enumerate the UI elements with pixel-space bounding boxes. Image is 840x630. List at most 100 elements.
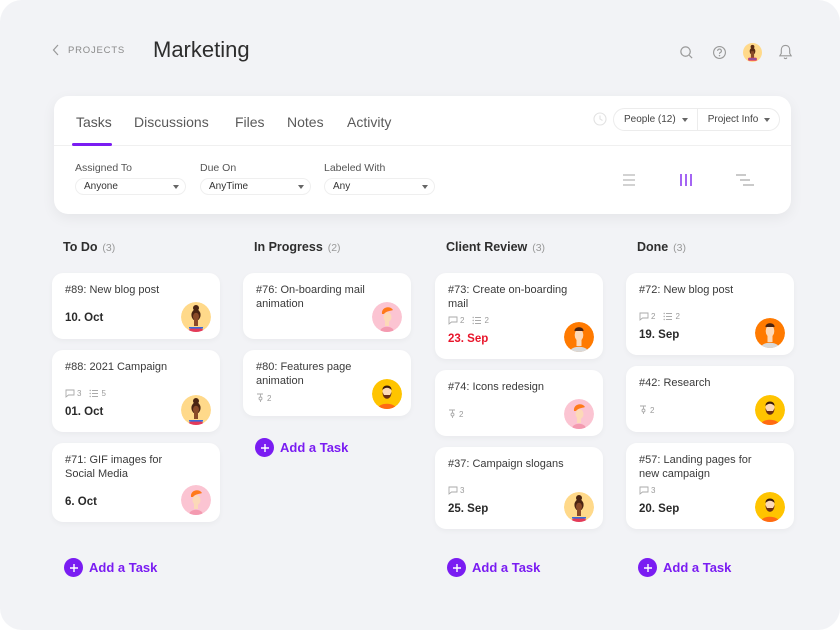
column-count: (3) — [529, 242, 546, 254]
checklist-icon — [89, 389, 99, 398]
task-title: #73: Create on-boarding mail — [448, 284, 568, 310]
tab-files[interactable]: Files — [235, 114, 265, 130]
due-date: 19. Sep — [639, 329, 680, 341]
task-card[interactable]: #71: GIF images for Social Media 6. Oct — [52, 443, 220, 522]
checklist-icon — [472, 316, 482, 325]
task-title: #88: 2021 Campaign — [65, 361, 168, 373]
add-task-button[interactable]: Add a Task — [64, 558, 157, 577]
notifications-button[interactable] — [775, 42, 795, 62]
search-button[interactable] — [676, 42, 696, 62]
assignee-avatar[interactable] — [564, 322, 594, 352]
tab-tasks[interactable]: Tasks — [76, 114, 112, 130]
checklist-count: 2 — [472, 316, 489, 325]
add-task-button[interactable]: Add a Task — [255, 438, 348, 457]
due-date: 01. Oct — [65, 406, 104, 418]
subtask-icon — [449, 409, 455, 418]
task-meta: 22 — [639, 312, 680, 321]
app-frame: PROJECTS Marketing Tasks Discussions Fil… — [0, 0, 840, 630]
list-view-icon[interactable] — [620, 172, 640, 188]
column-header: To Do (3) — [52, 240, 220, 258]
caret-down-icon — [298, 184, 304, 189]
assignee-avatar[interactable] — [755, 492, 785, 522]
assignee-avatar[interactable] — [181, 302, 211, 332]
due-date: 10. Oct — [65, 312, 104, 324]
project-toolbar-panel: Tasks Discussions Files Notes Activity P… — [54, 96, 791, 214]
due-date: 25. Sep — [448, 503, 489, 515]
task-meta: 35 — [65, 389, 106, 398]
task-meta: 3 — [639, 486, 655, 495]
plus-icon — [638, 558, 657, 577]
assignee-avatar[interactable] — [372, 302, 402, 332]
subtask-count: 2 — [448, 409, 463, 419]
filter-label: Due On — [200, 162, 237, 174]
task-title: #71: GIF images for Social Media — [65, 454, 163, 480]
column-header: Client Review (3) — [435, 240, 603, 258]
labeled-with-select[interactable]: Any — [324, 178, 435, 195]
comment-icon — [639, 486, 649, 495]
people-dropdown[interactable]: People (12) — [614, 109, 697, 130]
column-header: Done (3) — [626, 240, 794, 258]
task-card[interactable]: #74: Icons redesign 2 — [435, 370, 603, 436]
help-button[interactable] — [709, 42, 729, 62]
assignee-avatar[interactable] — [564, 399, 594, 429]
due-date: 6. Oct — [65, 496, 97, 508]
assigned-to-select[interactable]: Anyone — [75, 178, 186, 195]
task-card[interactable]: #89: New blog post 10. Oct — [52, 273, 220, 339]
add-task-label: Add a Task — [472, 560, 541, 575]
assignee-avatar[interactable] — [564, 492, 594, 522]
add-task-button[interactable]: Add a Task — [447, 558, 540, 577]
task-card[interactable]: #42: Research 2 — [626, 366, 794, 432]
tab-discussions[interactable]: Discussions — [134, 114, 209, 130]
task-meta: 2 — [448, 409, 463, 419]
add-task-label: Add a Task — [663, 560, 732, 575]
task-card[interactable]: #73: Create on-boarding mail 2 2 23. Sep — [435, 273, 603, 359]
task-card[interactable]: #37: Campaign slogans 3 25. Sep — [435, 447, 603, 529]
timeline-view-icon[interactable] — [735, 172, 755, 188]
filter-labeled-with: Labeled With Any — [324, 162, 435, 195]
assignee-avatar[interactable] — [372, 379, 402, 409]
task-title: #72: New blog post — [639, 284, 734, 296]
board-view-icon[interactable] — [676, 172, 696, 188]
task-card[interactable]: #76: On-boarding mail animation — [243, 273, 411, 339]
assignee-avatar[interactable] — [181, 485, 211, 515]
column-count: (3) — [99, 242, 116, 254]
task-title: #89: New blog post — [65, 284, 160, 296]
comment-count: 3 — [448, 486, 464, 495]
filter-label: Labeled With — [324, 162, 386, 174]
assignee-avatar[interactable] — [755, 318, 785, 348]
clock-icon[interactable] — [593, 112, 607, 126]
user-avatar-button[interactable] — [742, 42, 762, 62]
task-card[interactable]: #88: 2021 Campaign 3 5 01. Oct — [52, 350, 220, 432]
project-info-dropdown[interactable]: Project Info — [696, 109, 780, 130]
comment-icon — [448, 486, 458, 495]
back-to-projects-link[interactable]: PROJECTS — [52, 44, 125, 56]
comment-icon — [448, 316, 458, 325]
comment-count: 3 — [639, 486, 655, 495]
task-title: #80: Features page animation — [256, 361, 352, 387]
checklist-icon — [663, 312, 673, 321]
plus-icon — [255, 438, 274, 457]
assignee-avatar[interactable] — [181, 395, 211, 425]
task-title: #37: Campaign slogans — [448, 458, 564, 470]
task-card[interactable]: #72: New blog post 2 2 19. Sep — [626, 273, 794, 355]
tab-bar: Tasks Discussions Files Notes Activity P… — [54, 96, 791, 146]
user-avatar-icon — [742, 42, 762, 62]
comment-count: 2 — [448, 316, 464, 325]
tab-notes[interactable]: Notes — [287, 114, 324, 130]
chevron-left-icon — [52, 44, 59, 56]
tab-activity[interactable]: Activity — [347, 114, 391, 130]
column-count: (3) — [670, 242, 686, 254]
task-meta: 22 — [448, 316, 489, 325]
task-card[interactable]: #57: Landing pages for new campaign 3 20. … — [626, 443, 794, 529]
add-task-button[interactable]: Add a Task — [638, 558, 731, 577]
comment-count: 3 — [65, 389, 81, 398]
column-count: (2) — [324, 242, 341, 254]
due-on-select[interactable]: AnyTime — [200, 178, 311, 195]
assignee-avatar[interactable] — [755, 395, 785, 425]
column-in-progress: In Progress (2) #76: On-boarding mail ani… — [243, 240, 411, 457]
task-card[interactable]: #80: Features page animation 2 — [243, 350, 411, 416]
due-date: 20. Sep — [639, 503, 680, 515]
column-title: Done — [637, 240, 669, 254]
caret-down-icon — [422, 184, 428, 189]
filter-assigned-to: Assigned To Anyone — [75, 162, 186, 195]
